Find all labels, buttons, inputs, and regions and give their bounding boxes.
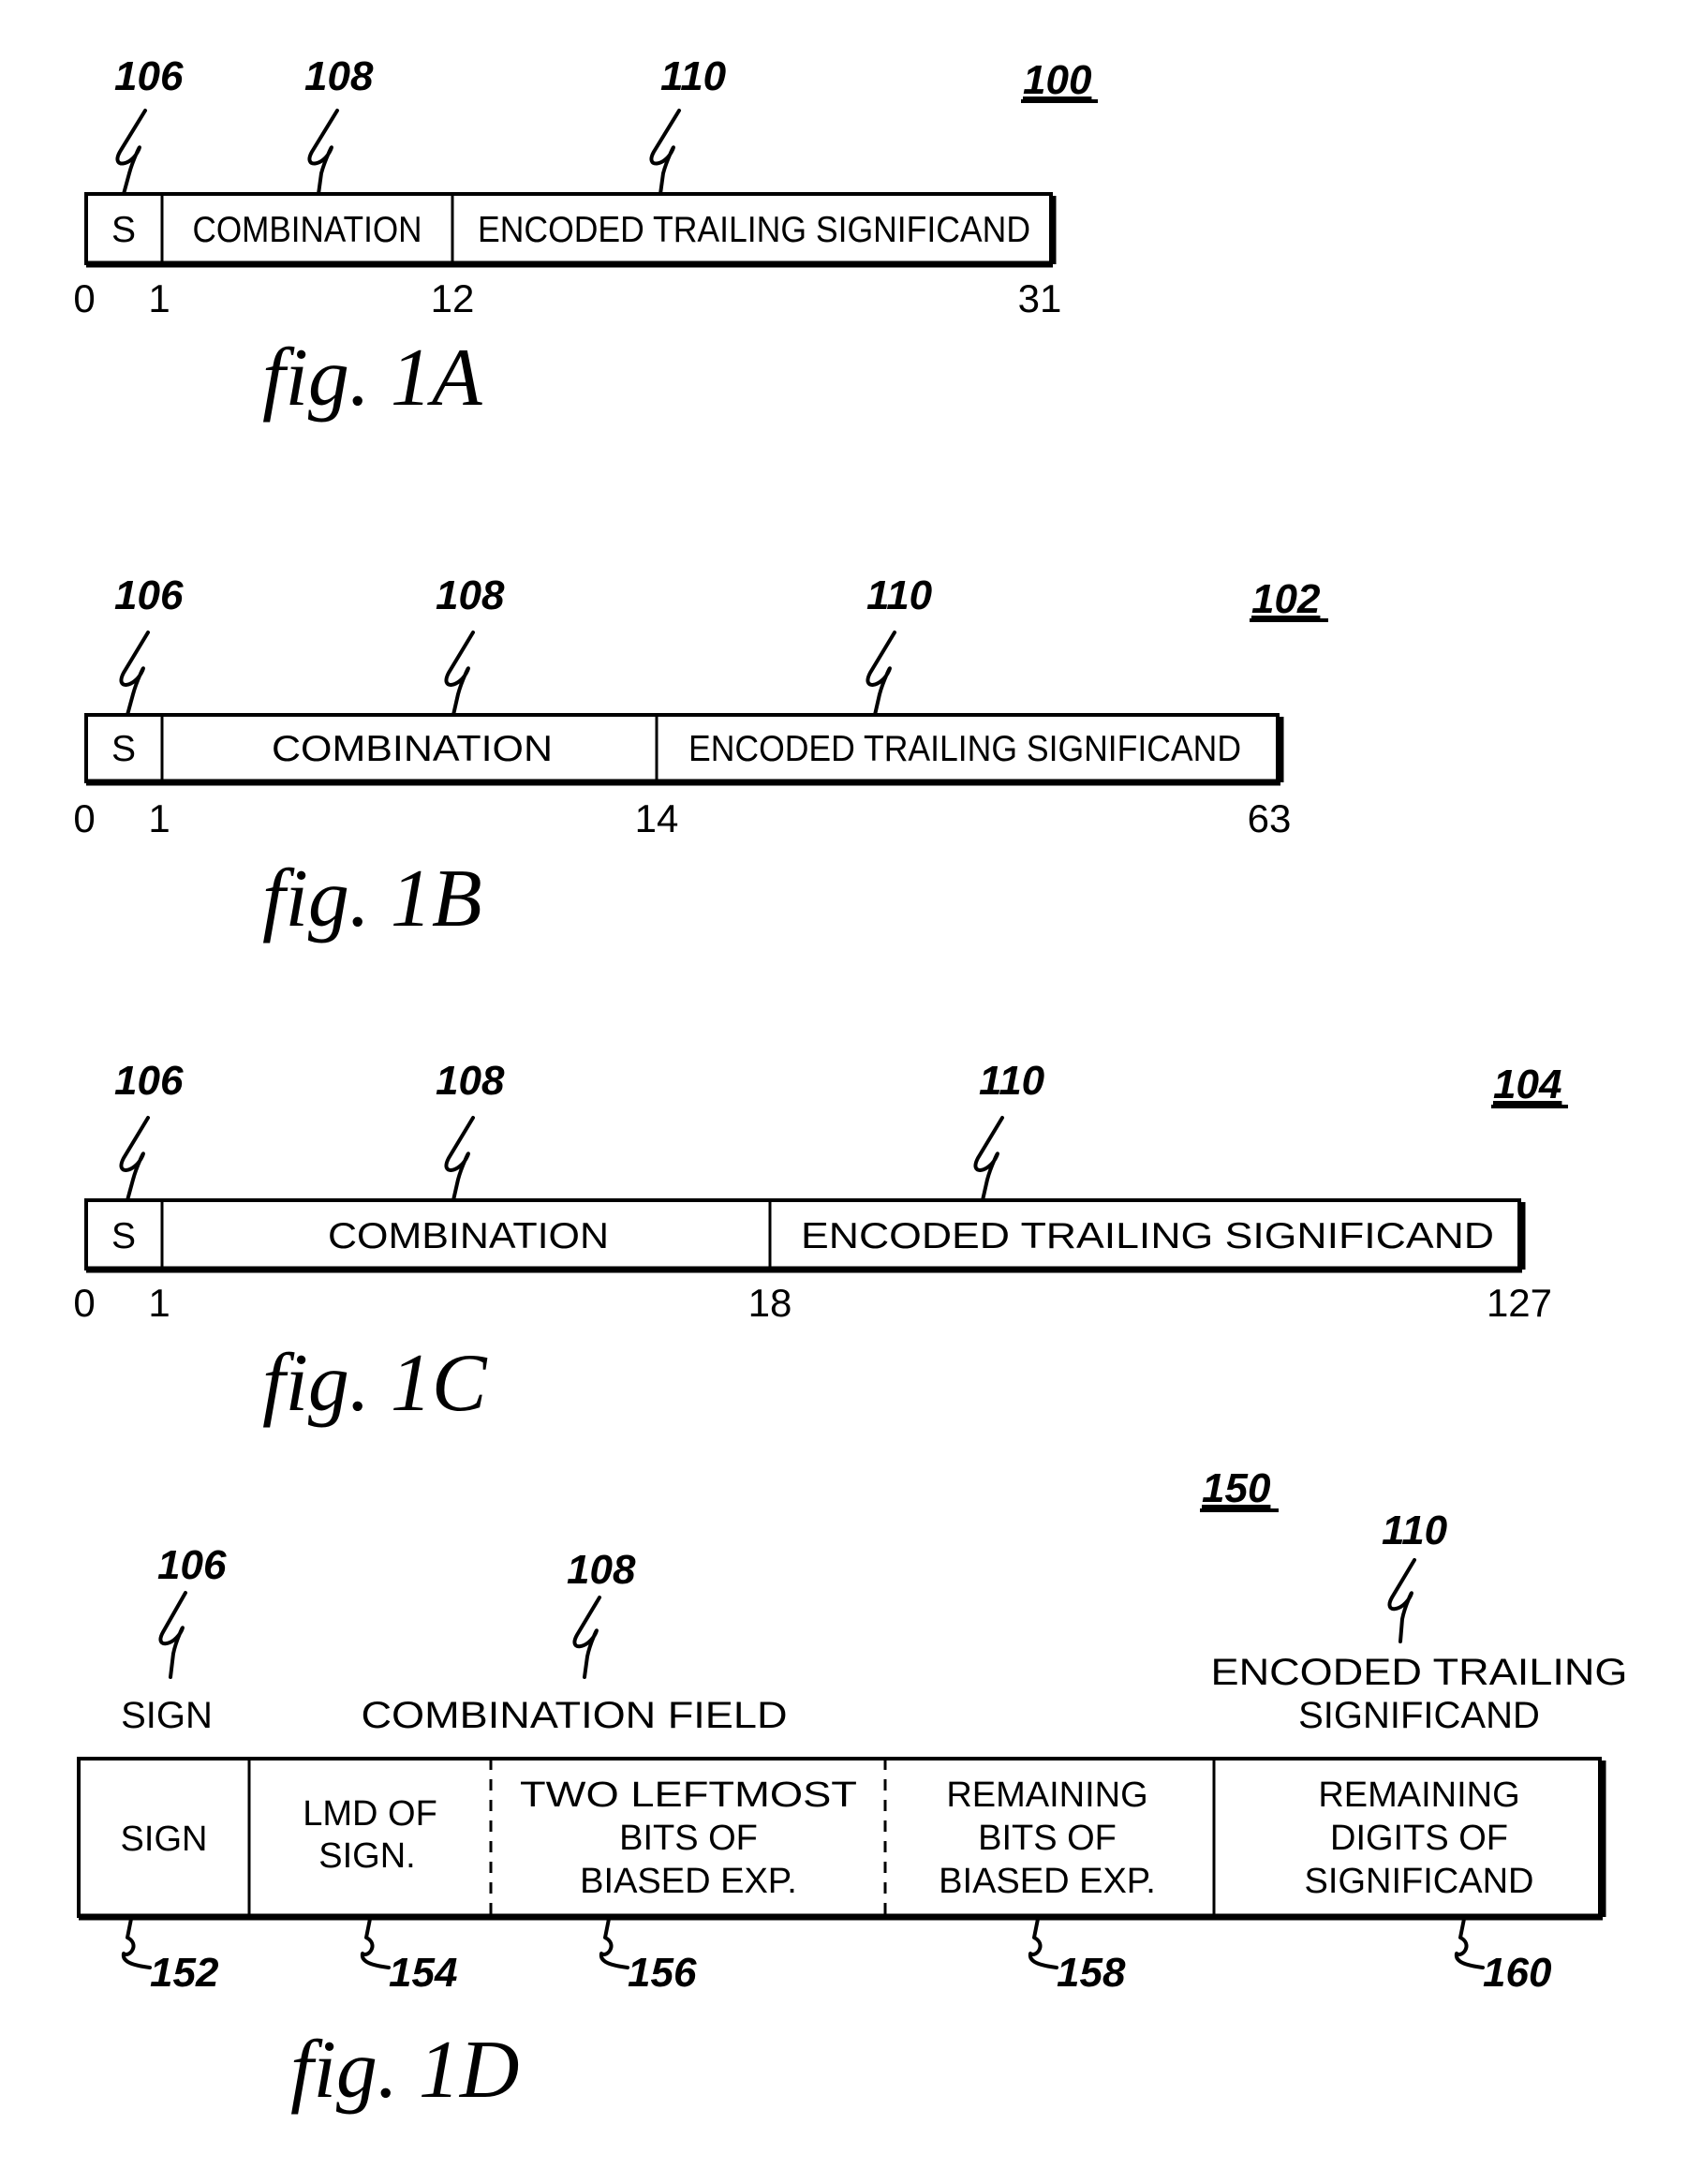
leader-line-110	[1387, 1558, 1416, 1643]
group-label-combination-field: COMBINATION FIELD	[362, 1695, 788, 1736]
ref-106: 106	[114, 53, 184, 99]
leader-line-110	[973, 1116, 1004, 1202]
bit-position: 1	[148, 796, 170, 840]
bit-position: 127	[1487, 1281, 1552, 1325]
ref-156: 156	[628, 1950, 697, 1996]
cell-remaining-bits-line3: BIASED EXP.	[939, 1862, 1156, 1901]
figure-caption: fig. 1B	[262, 854, 482, 944]
figure-caption: fig. 1D	[290, 2025, 519, 2116]
ref-106: 106	[114, 572, 184, 618]
cell-remaining-bits-line1: REMAINING	[946, 1775, 1147, 1815]
field-encoded-trailing-significand: ENCODED TRAILING SIGNIFICAND	[478, 210, 1030, 250]
ref-108: 108	[304, 53, 374, 99]
cell-remaining-bits-line2: BITS OF	[978, 1819, 1117, 1858]
leader-line-152	[121, 1917, 152, 1969]
field-encoded-trailing-significand: ENCODED TRAILING SIGNIFICAND	[688, 729, 1241, 769]
cell-lmd-of-sign-line1: LMD OF	[303, 1794, 437, 1834]
ref-152: 152	[150, 1950, 219, 1996]
leader-line-110	[649, 109, 681, 196]
figure-1c: 106 108 110 104 S COMBINATION ENCODED TR…	[73, 1058, 1568, 1429]
leader-line-108	[307, 109, 339, 196]
leader-line-106	[115, 109, 147, 196]
cell-two-leftmost-bits-line2: BITS OF	[619, 1819, 758, 1858]
ref-108: 108	[436, 1058, 505, 1104]
field-combination: COMBINATION	[328, 1216, 609, 1256]
bit-position: 0	[73, 796, 95, 840]
figure-ref-104: 104	[1493, 1062, 1561, 1107]
bit-position: 12	[431, 276, 475, 320]
leader-line-158	[1028, 1917, 1058, 1969]
cell-remaining-digits-line1: REMAINING	[1318, 1775, 1519, 1815]
field-combination: COMBINATION	[193, 210, 422, 250]
cell-two-leftmost-bits-line1: TWO LEFTMOST	[520, 1775, 857, 1815]
cell-two-leftmost-bits-line3: BIASED EXP.	[580, 1862, 797, 1901]
cell-lmd-of-sign-line2: SIGN.	[318, 1836, 415, 1876]
cell-sign: SIGN	[121, 1820, 208, 1859]
figure-ref-150: 150	[1202, 1465, 1271, 1511]
figure-1d: 150 106 108 110 SIGN COMBINATION FIELD E…	[77, 1465, 1628, 2116]
ref-108: 108	[436, 572, 505, 618]
figure-caption: fig. 1A	[262, 333, 483, 423]
ref-110: 110	[1382, 1508, 1448, 1553]
group-label-sign: SIGN	[121, 1695, 213, 1736]
leader-line-106	[119, 631, 150, 717]
ref-110: 110	[866, 572, 933, 618]
field-sign: S	[111, 210, 136, 250]
bit-position: 1	[148, 1281, 170, 1325]
leader-line-106	[158, 1591, 187, 1679]
group-label-encoded-trailing-significand-line2: SIGNIFICAND	[1298, 1695, 1540, 1736]
bit-position: 18	[748, 1281, 792, 1325]
field-sign: S	[111, 729, 136, 769]
leader-line-108	[444, 631, 475, 717]
figure-ref-102: 102	[1251, 576, 1321, 622]
leader-line-106	[119, 1116, 150, 1202]
field-sign: S	[111, 1216, 136, 1256]
figure-caption: fig. 1C	[262, 1338, 488, 1429]
bit-position: 1	[148, 276, 170, 320]
ref-110: 110	[979, 1058, 1045, 1104]
leader-line-154	[360, 1917, 391, 1969]
bit-position: 0	[73, 1281, 95, 1325]
ref-108: 108	[567, 1547, 636, 1593]
leader-line-108	[444, 1116, 475, 1202]
ref-106: 106	[157, 1542, 227, 1588]
ref-154: 154	[389, 1950, 457, 1996]
ref-106: 106	[114, 1058, 184, 1104]
leader-line-108	[572, 1596, 601, 1679]
field-encoded-trailing-significand: ENCODED TRAILING SIGNIFICAND	[801, 1216, 1494, 1256]
leader-line-160	[1454, 1917, 1485, 1969]
field-combination: COMBINATION	[272, 729, 553, 769]
ref-158: 158	[1057, 1950, 1126, 1996]
patent-drawing-sheet: 106 108 110 100 S COMBINATION ENCODED TR…	[73, 53, 1628, 2116]
ref-110: 110	[660, 53, 727, 99]
leader-line-110	[866, 631, 896, 717]
bit-position: 0	[73, 276, 95, 320]
ref-160: 160	[1483, 1950, 1552, 1996]
bit-position: 63	[1248, 796, 1292, 840]
figure-ref-100: 100	[1023, 57, 1092, 103]
cell-remaining-digits-line3: SIGNIFICAND	[1305, 1862, 1534, 1901]
group-label-encoded-trailing-significand: ENCODED TRAILING	[1211, 1652, 1628, 1693]
bit-position: 14	[635, 796, 679, 840]
figure-1a: 106 108 110 100 S COMBINATION ENCODED TR…	[73, 53, 1098, 423]
leader-line-156	[599, 1917, 629, 1969]
bit-position: 31	[1018, 276, 1062, 320]
figure-1b: 106 108 110 102 S COMBINATION ENCODED TR…	[73, 572, 1328, 944]
cell-remaining-digits-line2: DIGITS OF	[1330, 1819, 1508, 1858]
